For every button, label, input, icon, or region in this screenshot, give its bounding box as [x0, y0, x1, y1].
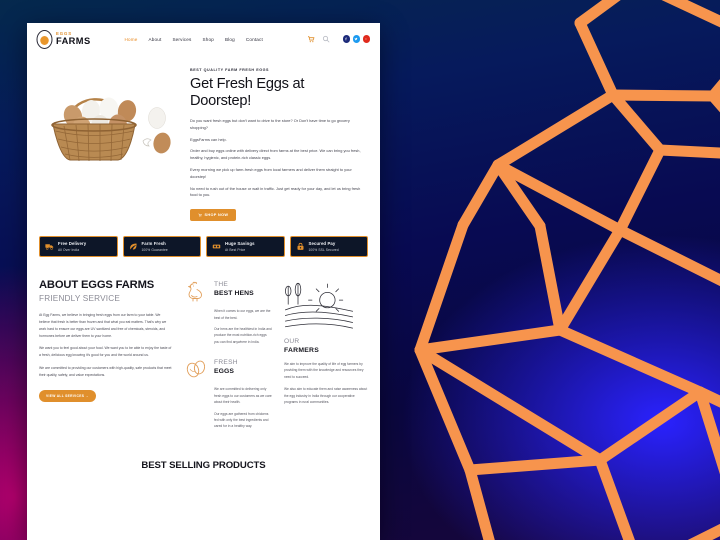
hero-title: Get Fresh Eggs at Doorstep! [190, 76, 305, 109]
about-paragraph-1: At Egg Farms, we believe in bringing fre… [39, 313, 167, 338]
feature-title: Huge Savings [225, 241, 255, 247]
hero-media [39, 65, 181, 222]
truck-icon [45, 244, 54, 250]
feature-card-farm-fresh[interactable]: Farm Fresh 100% Guarantee [122, 236, 201, 258]
hero-paragraph-1: Do you want fresh eggs but don't want to… [190, 117, 350, 130]
view-all-services-button[interactable]: VIEW ALL SERVICES → [39, 390, 97, 403]
block-title-light: THE [214, 281, 229, 289]
nav-item-home[interactable]: Home [125, 37, 138, 42]
feature-card-huge-savings[interactable]: Huge Savings At Best Price [206, 236, 285, 258]
hero-paragraph-3: Order and buy eggs online with delivery … [190, 148, 361, 161]
about-block-fresh-eggs: FRESH EGGS We are committed to deliverin… [184, 357, 272, 430]
hero-section: BEST QUALITY FARM FRESH EGGS Get Fresh E… [27, 55, 380, 226]
block-paragraph-1: We are committed to delivering only fres… [214, 387, 272, 405]
hero-copy: BEST QUALITY FARM FRESH EGGS Get Fresh E… [190, 65, 368, 222]
hen-icon [188, 281, 202, 302]
best-selling-products-title: BEST SELLING PRODUCTS [141, 459, 266, 471]
tag-icon [212, 244, 221, 249]
feature-subtitle: 100% SSL Secured [308, 248, 339, 253]
farmers-paragraph-1: We aim to improve the quality of life of… [284, 361, 364, 379]
about-block-best-hens: THE BEST HENS When it comes to our eggs,… [184, 279, 272, 345]
shop-now-button[interactable]: SHOP NOW [190, 209, 237, 222]
nav-item-contact[interactable]: Contact [246, 37, 263, 42]
best-selling-products-section: BEST SELLING PRODUCTS [27, 442, 380, 471]
egg-basket-image [51, 97, 171, 162]
cart-icon[interactable] [307, 35, 315, 43]
about-paragraph-3: We are committed to providing our custom… [39, 365, 172, 377]
feature-subtitle: All Over India [58, 248, 80, 253]
youtube-icon[interactable] [362, 35, 370, 43]
farmers-column: OUR FARMERS We aim to improve the qualit… [284, 279, 368, 442]
farmers-titles: OUR FARMERS [284, 338, 368, 355]
cart-icon [198, 213, 202, 217]
block-title-bold: EGGS [214, 367, 235, 375]
farmers-paragraph-2: We also aim to educate them and raise aw… [284, 387, 368, 404]
egg-icon [36, 30, 53, 49]
social-links [342, 35, 370, 43]
feature-title: Secured Pay [308, 241, 336, 247]
about-subtitle: FRIENDLY SERVICE [39, 294, 121, 304]
about-section: ABOUT EGGS FARMS FRIENDLY SERVICE At Egg… [27, 257, 380, 442]
farmers-title-light: OUR [284, 338, 300, 346]
feature-card-free-delivery[interactable]: Free Delivery All Over India [39, 236, 118, 258]
site-header: EGGS FARMS Home About Services Shop Blog… [27, 23, 380, 55]
eggs-icon [186, 360, 206, 378]
farm-landscape-icon [285, 283, 353, 329]
nav-item-blog[interactable]: Blog [225, 37, 235, 42]
twitter-icon[interactable] [352, 35, 360, 43]
block-paragraph-1: When it comes to our eggs, we are the be… [214, 309, 271, 320]
hero-eyebrow: BEST QUALITY FARM FRESH EGGS [190, 68, 270, 72]
feature-card-secured-pay[interactable]: Secured Pay 100% SSL Secured [289, 236, 368, 258]
shop-now-label: SHOP NOW [204, 213, 229, 218]
lock-icon [297, 243, 303, 251]
logo-bottom-text: FARMS [56, 36, 91, 46]
feature-subtitle: 100% Guarantee [141, 248, 168, 253]
hero-paragraph-5: No need to rush out of the house or wait… [190, 185, 361, 198]
feature-title: Farm Fresh [141, 241, 166, 247]
block-paragraph-2: Our eggs are gathered from chickens fed … [214, 411, 269, 429]
block-title-bold: BEST HENS [214, 289, 254, 297]
about-title: ABOUT EGGS FARMS [39, 279, 155, 292]
header-tools [307, 35, 370, 43]
feature-bar: Free Delivery All Over India Farm Fresh … [27, 226, 380, 258]
about-text-column: ABOUT EGGS FARMS FRIENDLY SERVICE At Egg… [39, 279, 172, 442]
feature-subtitle: At Best Price [225, 248, 246, 253]
farmers-title-bold: FARMERS [284, 346, 319, 354]
website-preview-card: EGGS FARMS Home About Services Shop Blog… [27, 23, 380, 540]
facebook-icon[interactable] [342, 35, 350, 43]
about-icon-column: THE BEST HENS When it comes to our eggs,… [184, 279, 272, 442]
block-title-light: FRESH [214, 359, 238, 367]
main-navigation: Home About Services Shop Blog Contact [125, 37, 263, 42]
nav-item-about[interactable]: About [149, 37, 162, 42]
hero-paragraph-2: EggsFarms can help. [190, 136, 227, 142]
site-logo[interactable]: EGGS FARMS [36, 29, 91, 49]
feature-title: Free Delivery [58, 241, 87, 247]
nav-item-shop[interactable]: Shop [203, 37, 214, 42]
about-paragraph-2: We want you to feel good about your food… [39, 346, 172, 358]
block-paragraph-2: Our hens are the healthiest in India and… [214, 327, 272, 344]
hero-paragraph-4: Every morning we pick up farm-fresh eggs… [190, 166, 352, 179]
leaf-icon [129, 243, 137, 250]
nav-item-services[interactable]: Services [172, 37, 191, 42]
search-icon[interactable] [322, 35, 330, 43]
